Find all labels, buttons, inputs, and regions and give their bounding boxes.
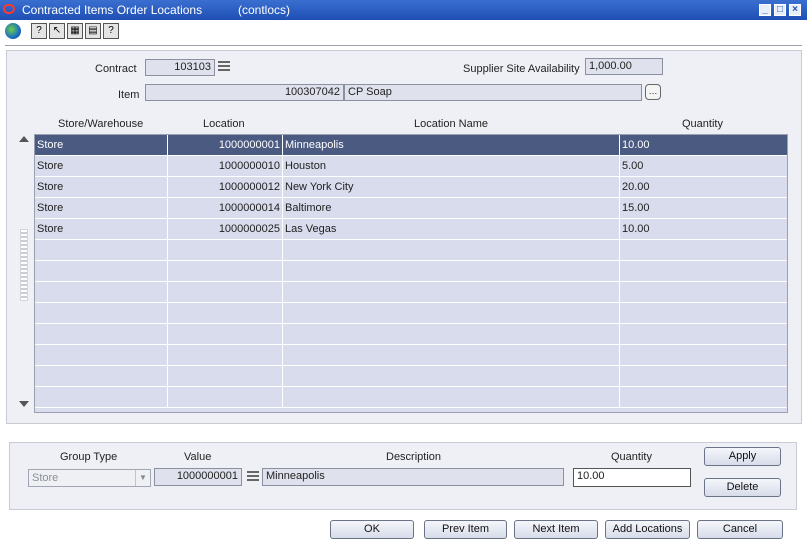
- window-title: Contracted Items Order Locations: [22, 3, 203, 17]
- value-lookup-icon[interactable]: [246, 469, 260, 484]
- cell-store-warehouse: Store: [35, 198, 168, 218]
- title-bar: Contracted Items Order Locations (contlo…: [0, 0, 807, 20]
- value-label: Value: [184, 451, 212, 463]
- notes-icon[interactable]: ▤: [85, 23, 101, 39]
- chevron-down-icon[interactable]: ▼: [135, 470, 150, 486]
- supplier-site-availability-field: 1,000.00: [585, 58, 663, 75]
- cell-store-warehouse: Store: [35, 219, 168, 239]
- minimize-icon[interactable]: _: [759, 4, 771, 16]
- cell-store-warehouse: Store: [35, 156, 168, 176]
- column-header-store-warehouse[interactable]: Store/Warehouse: [58, 118, 143, 130]
- apply-button[interactable]: Apply: [704, 447, 781, 466]
- contract-lookup-icon[interactable]: [217, 59, 231, 74]
- toolbar-divider: [5, 45, 802, 46]
- cell-store-warehouse: Store: [35, 135, 168, 155]
- cancel-button[interactable]: Cancel: [697, 520, 783, 539]
- empty-table-row[interactable]: [35, 324, 787, 345]
- description-field: Minneapolis: [262, 468, 564, 486]
- question-icon[interactable]: ?: [103, 23, 119, 39]
- cell-location-name: Houston: [283, 156, 620, 176]
- next-item-button[interactable]: Next Item: [514, 520, 598, 539]
- cell-quantity: 5.00: [622, 160, 644, 172]
- add-locations-button[interactable]: Add Locations: [605, 520, 690, 539]
- table-row[interactable]: Store 1000000014 Baltimore 15.00: [35, 198, 787, 219]
- cell-location-name: Minneapolis: [283, 135, 620, 155]
- scroll-grip[interactable]: [20, 229, 28, 301]
- globe-icon[interactable]: [5, 23, 21, 39]
- table-row[interactable]: Store 1000000010 Houston 5.00: [35, 156, 787, 177]
- empty-table-row[interactable]: [35, 240, 787, 261]
- empty-table-row[interactable]: [35, 387, 787, 408]
- help-icon[interactable]: ?: [31, 23, 47, 39]
- quantity-label: Quantity: [611, 451, 652, 463]
- cell-quantity: 20.00: [622, 181, 650, 193]
- contract-field: 103103: [145, 59, 215, 76]
- cell-location: 1000000025: [168, 219, 283, 239]
- cell-location: 1000000012: [168, 177, 283, 197]
- empty-table-row[interactable]: [35, 345, 787, 366]
- cell-quantity: 15.00: [622, 202, 650, 214]
- close-icon[interactable]: ×: [789, 4, 801, 16]
- item-field: 100307042: [145, 84, 344, 101]
- item-description-field: CP Soap: [344, 84, 642, 101]
- group-type-label: Group Type: [60, 451, 118, 463]
- scroll-up-icon[interactable]: [19, 136, 29, 142]
- prev-item-button[interactable]: Prev Item: [424, 520, 507, 539]
- cell-location-name: Las Vegas: [283, 219, 620, 239]
- cell-store-warehouse: Store: [35, 177, 168, 197]
- cell-location: 1000000001: [168, 135, 283, 155]
- empty-table-row[interactable]: [35, 261, 787, 282]
- supplier-site-availability-label: Supplier Site Availability: [463, 63, 580, 75]
- comment-icon[interactable]: …: [645, 84, 661, 100]
- cell-location: 1000000014: [168, 198, 283, 218]
- maximize-icon[interactable]: □: [774, 4, 786, 16]
- table-row[interactable]: Store 1000000025 Las Vegas 10.00: [35, 219, 787, 240]
- contract-label: Contract: [95, 63, 137, 75]
- group-type-select[interactable]: Store ▼: [28, 469, 151, 487]
- value-field[interactable]: 1000000001: [154, 468, 242, 486]
- column-header-location-name[interactable]: Location Name: [414, 118, 488, 130]
- delete-button[interactable]: Delete: [704, 478, 781, 497]
- table-scrollbar[interactable]: [17, 134, 31, 413]
- pointer-help-icon[interactable]: ↖: [49, 23, 65, 39]
- cell-quantity: 10.00: [622, 139, 650, 151]
- table-row[interactable]: Store 1000000001 Minneapolis 10.00: [35, 135, 787, 156]
- ok-button[interactable]: OK: [330, 520, 414, 539]
- group-type-value: Store: [32, 472, 59, 484]
- oracle-logo-icon: [3, 4, 15, 14]
- empty-table-row[interactable]: [35, 303, 787, 324]
- window-code: (contlocs): [238, 3, 291, 17]
- cell-location-name: New York City: [283, 177, 620, 197]
- toolbar: ? ↖ ▦ ▤ ?: [0, 20, 807, 44]
- empty-table-row[interactable]: [35, 282, 787, 303]
- column-header-location[interactable]: Location: [203, 118, 245, 130]
- cell-location-name: Baltimore: [283, 198, 620, 218]
- table-row[interactable]: Store 1000000012 New York City 20.00: [35, 177, 787, 198]
- quantity-input[interactable]: 10.00: [573, 468, 691, 487]
- description-label: Description: [386, 451, 442, 463]
- scroll-down-icon[interactable]: [19, 401, 29, 407]
- cell-quantity: 10.00: [622, 223, 650, 235]
- item-label: Item: [118, 89, 140, 101]
- column-header-quantity[interactable]: Quantity: [682, 118, 723, 130]
- calendar-icon[interactable]: ▦: [67, 23, 83, 39]
- cell-location: 1000000010: [168, 156, 283, 176]
- locations-table: Store 1000000001 Minneapolis 10.00 Store…: [34, 134, 788, 413]
- empty-table-row[interactable]: [35, 366, 787, 387]
